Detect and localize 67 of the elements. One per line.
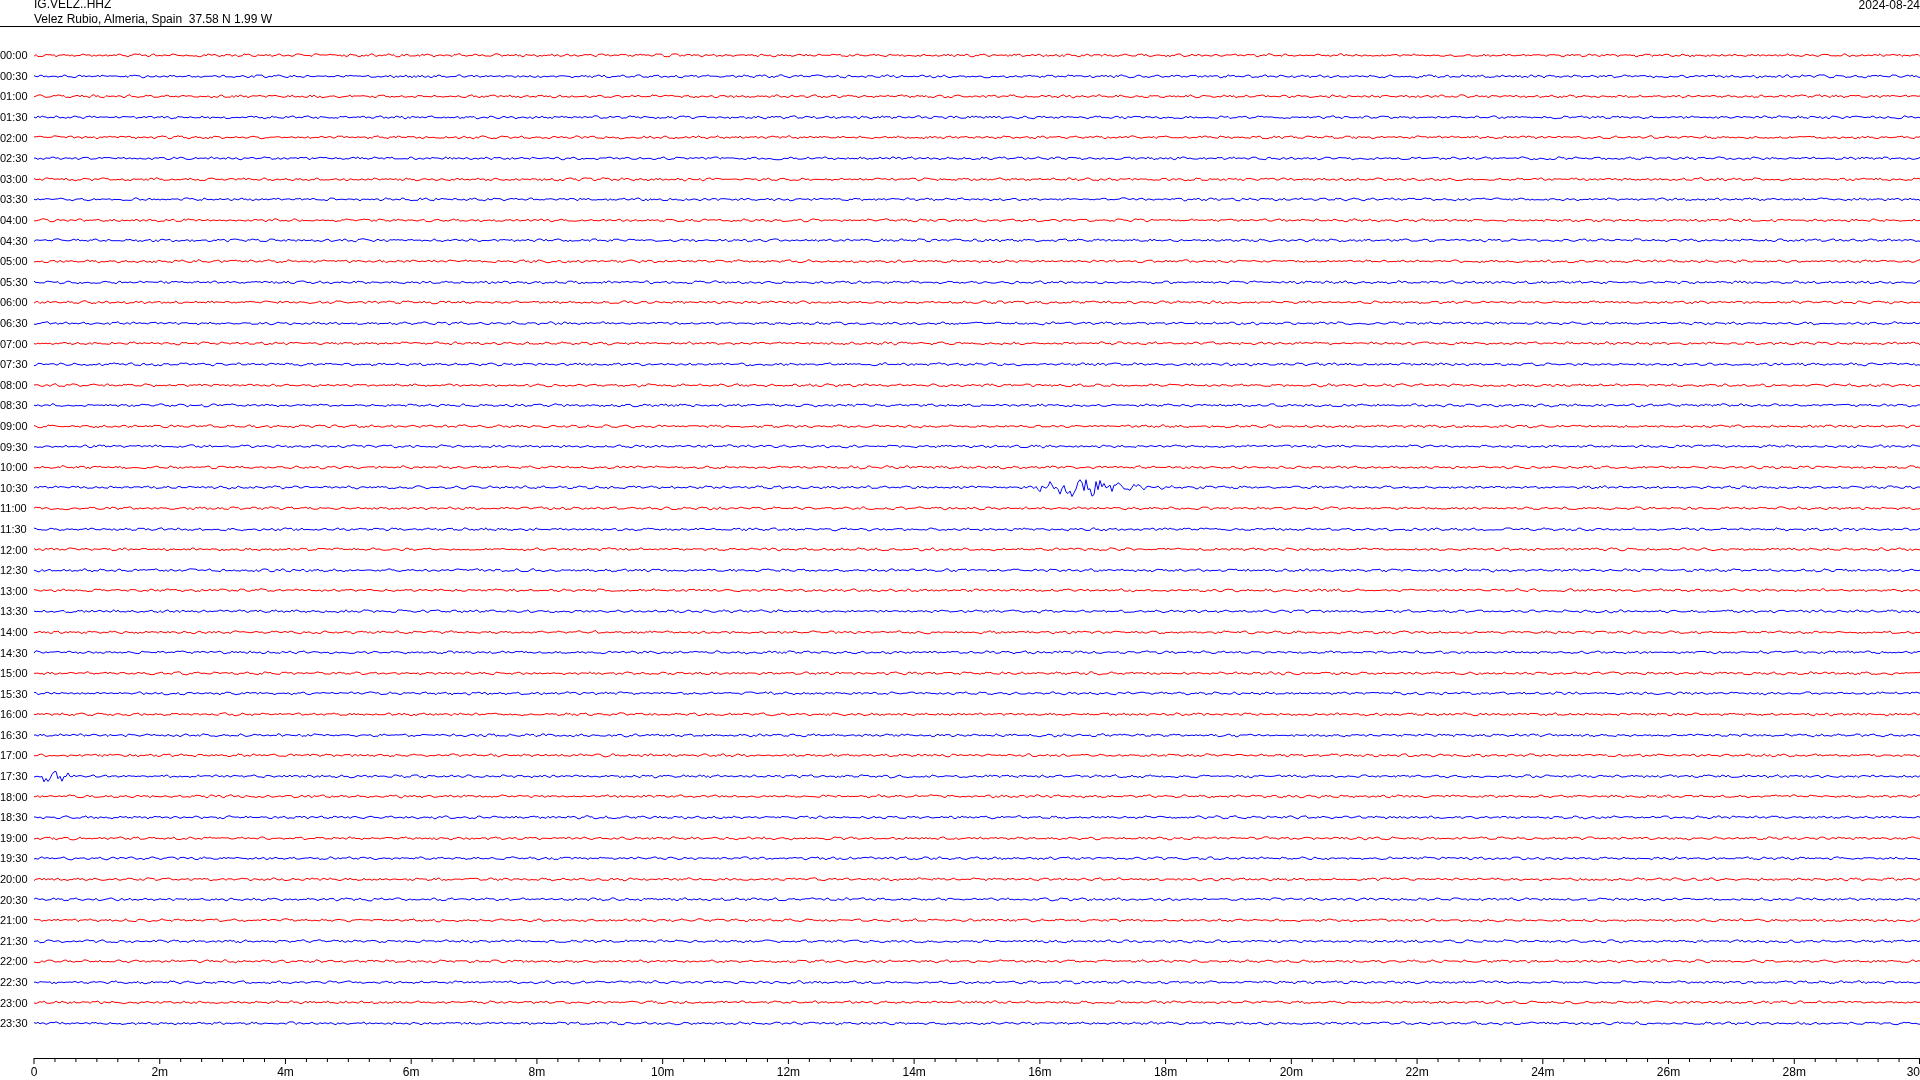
time-label: 23:00 [0, 996, 29, 1009]
time-label: 15:00 [0, 667, 29, 680]
time-label: 07:30 [0, 358, 29, 371]
time-label: 19:30 [0, 852, 29, 865]
time-label: 08:00 [0, 378, 29, 391]
axis-label: 20m [1279, 1064, 1303, 1079]
axis-label: 14m [902, 1064, 926, 1079]
time-label: 12:00 [0, 543, 29, 556]
time-label: 05:00 [0, 255, 29, 268]
time-label: 01:30 [0, 111, 29, 124]
time-label: 03:30 [0, 193, 29, 206]
time-label: 23:30 [0, 1017, 29, 1030]
time-label: 00:00 [0, 49, 29, 62]
axis-label: 24m [1531, 1064, 1555, 1079]
time-label: 14:00 [0, 625, 29, 638]
station-code: IG.VELZ..HHZ [34, 0, 113, 11]
time-label: 17:00 [0, 749, 29, 762]
time-label: 09:00 [0, 420, 29, 432]
axis-label: 8m [528, 1064, 546, 1079]
time-label: 03:00 [0, 172, 29, 185]
time-label: 06:30 [0, 317, 29, 329]
time-label: 18:00 [0, 790, 29, 803]
time-label: 02:00 [0, 131, 29, 144]
time-label: 21:00 [0, 914, 29, 927]
time-label: 15:30 [0, 687, 29, 700]
axis-label: 22m [1405, 1064, 1429, 1079]
time-label: 05:30 [0, 275, 29, 288]
time-label: 20:30 [0, 893, 29, 906]
axis-label: 18m [1153, 1064, 1178, 1079]
time-label: 16:00 [0, 708, 29, 721]
axis-label: 16m [1028, 1064, 1052, 1079]
axis-label: 2m [151, 1064, 169, 1079]
time-label: 00:30 [0, 69, 29, 82]
time-label: 20:00 [0, 873, 29, 886]
time-label: 22:30 [0, 976, 29, 988]
time-label: 06:00 [0, 296, 29, 309]
time-label: 11:30 [0, 522, 28, 535]
time-label: 11:00 [0, 502, 28, 515]
time-label: 10:00 [0, 461, 29, 474]
axis-label: 10m [651, 1064, 675, 1079]
time-label: 09:30 [0, 440, 29, 453]
axis-label: 30 [1906, 1064, 1920, 1079]
time-label: 17:30 [0, 770, 29, 783]
axis-label: 12m [776, 1064, 801, 1079]
time-label: 19:00 [0, 831, 29, 844]
time-label: 01:00 [0, 90, 29, 103]
axis-label: 28m [1782, 1064, 1806, 1079]
axis-label: 26m [1656, 1064, 1681, 1079]
time-label: 04:30 [0, 234, 29, 247]
time-label: 07:00 [0, 337, 29, 350]
axis-label: 4m [277, 1064, 294, 1079]
time-label: 12:30 [0, 564, 29, 577]
time-label: 22:00 [0, 955, 29, 968]
date-label: 2024-08-24 [1858, 0, 1920, 12]
time-label: 13:00 [0, 584, 29, 597]
time-label: 14:30 [0, 646, 29, 659]
time-label: 21:30 [0, 934, 29, 947]
time-label: 16:30 [0, 728, 29, 741]
axis-label: 0 [30, 1064, 38, 1079]
time-label: 08:30 [0, 399, 29, 412]
time-label: 10:30 [0, 481, 29, 494]
time-label: 04:00 [0, 214, 29, 227]
time-label: 02:30 [0, 152, 29, 165]
time-label: 13:30 [0, 605, 29, 618]
time-label: 18:30 [0, 811, 29, 824]
station-location: Velez Rubio, Almeria, Spain 37.58 N 1.99 W [34, 13, 273, 26]
axis-label: 6m [402, 1064, 420, 1079]
